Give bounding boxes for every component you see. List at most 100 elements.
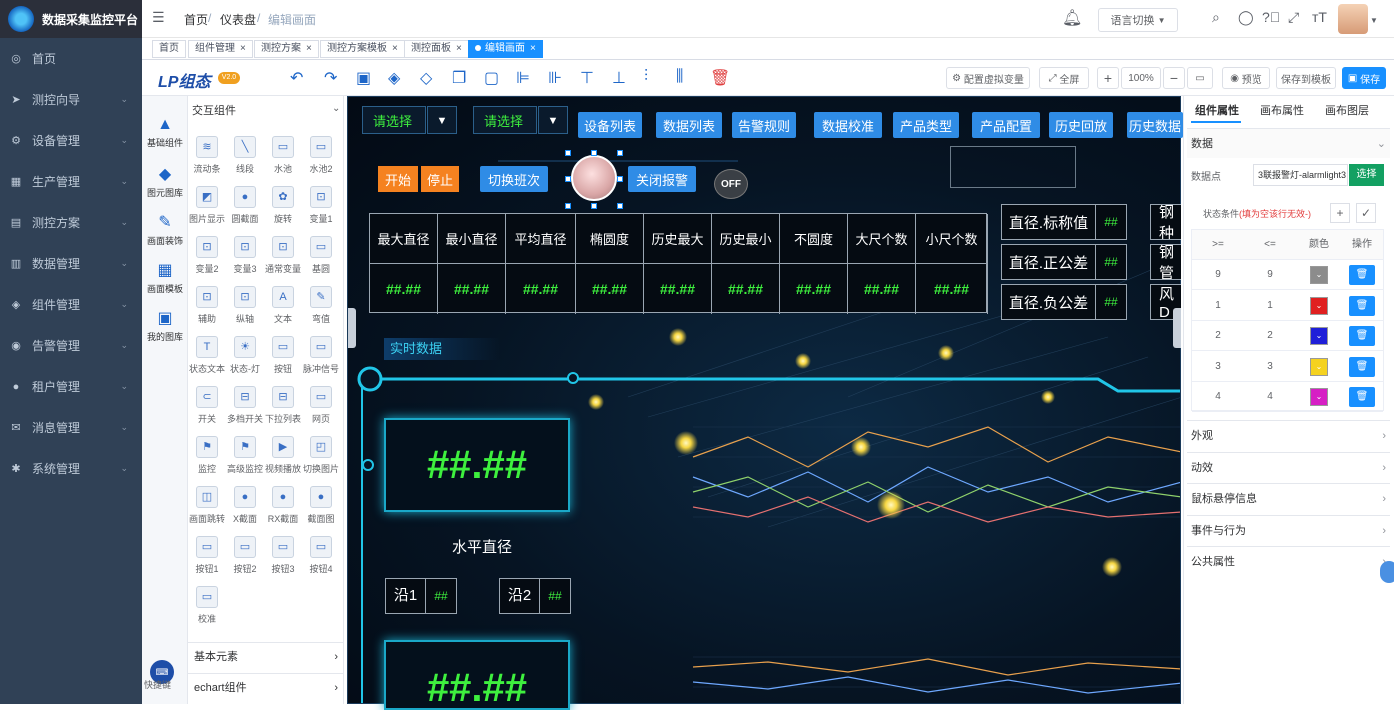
confirm-button[interactable]: ✓ bbox=[1356, 203, 1376, 223]
sidebar-item-3[interactable]: ▦ 生产管理 ⌄ bbox=[0, 161, 142, 202]
align-right-icon[interactable]: ⊪ bbox=[548, 68, 562, 88]
component-item[interactable]: ● 圆截面 bbox=[226, 186, 264, 225]
canvas-nav-button[interactable]: 数据校准 bbox=[814, 112, 882, 138]
cut-off-label[interactable]: 钢管 bbox=[1150, 244, 1181, 280]
component-item[interactable]: ≋ 流动条 bbox=[188, 136, 226, 175]
component-item[interactable]: ⊡ 通常变量 bbox=[264, 236, 302, 275]
copy-icon[interactable]: ❐ bbox=[452, 68, 466, 88]
row-ge-value[interactable]: 2 bbox=[1192, 321, 1244, 351]
bell-icon[interactable]: 🔔︎ bbox=[1062, 8, 1082, 28]
library-section-title[interactable]: 交互组件 bbox=[192, 102, 236, 118]
select-dropdown-1[interactable]: 请选择 bbox=[362, 106, 426, 134]
property-section[interactable]: 动效 › bbox=[1187, 451, 1390, 482]
component-item[interactable]: ⊟ 下拉列表 bbox=[264, 386, 302, 425]
component-item[interactable]: ⊟ 多档开关 bbox=[226, 386, 264, 425]
component-item[interactable]: ✎ 弯值 bbox=[302, 286, 340, 325]
row-ge-value[interactable]: 3 bbox=[1192, 352, 1244, 382]
row-ge-value[interactable]: 4 bbox=[1192, 382, 1244, 412]
library-section-basic[interactable]: 基本元素 › bbox=[188, 642, 344, 670]
property-section[interactable]: 公共属性› bbox=[1187, 546, 1390, 576]
row-ge-value[interactable]: 9 bbox=[1192, 260, 1244, 290]
sidebar-item-9[interactable]: ✉ 消息管理 ⌄ bbox=[0, 407, 142, 448]
library-tab-1[interactable]: ◆ 图元图库 bbox=[142, 164, 188, 199]
stats-grid[interactable]: 最大直径 ##.## 最小直径 ##.## 平均直径 ##.## 椭圆度 ##.## 历史最大 #… bbox=[369, 213, 988, 314]
sidebar-item-1[interactable]: ➤ 测控向导 ⌄ bbox=[0, 79, 142, 120]
library-tab-3[interactable]: ▦ 画面模板 bbox=[142, 260, 188, 295]
off-toggle[interactable]: OFF bbox=[714, 169, 748, 199]
close-icon[interactable]: × bbox=[530, 43, 536, 54]
row-le-value[interactable]: 9 bbox=[1244, 260, 1296, 290]
font-size-icon[interactable]: тT bbox=[1312, 9, 1327, 25]
sidebar-item-6[interactable]: ◈ 组件管理 ⌄ bbox=[0, 284, 142, 325]
row-le-value[interactable]: 4 bbox=[1244, 382, 1296, 412]
avatar[interactable] bbox=[1338, 4, 1368, 34]
component-item[interactable]: ▭ 脉冲信号 bbox=[302, 336, 340, 375]
delete-row-button[interactable]: 🗑︎ bbox=[1349, 295, 1375, 316]
sidebar-item-5[interactable]: ▥ 数据管理 ⌄ bbox=[0, 243, 142, 284]
align-center-icon[interactable]: ⫼ bbox=[676, 68, 683, 86]
tab-2[interactable]: 测控方案 × bbox=[254, 40, 319, 58]
cut-off-label[interactable]: 钢种 bbox=[1150, 204, 1181, 240]
resize-handle[interactable] bbox=[617, 176, 623, 182]
canvas-nav-button[interactable]: 产品配置 bbox=[972, 112, 1040, 138]
color-swatch[interactable]: ⌄ bbox=[1310, 388, 1328, 406]
zoom-out-button[interactable]: − bbox=[1163, 67, 1185, 89]
close-icon[interactable]: × bbox=[306, 43, 312, 54]
align-middle-icon[interactable]: ⫶ bbox=[644, 68, 648, 86]
component-item[interactable]: ✿ 旋转 bbox=[264, 186, 302, 225]
component-item[interactable]: ▭ 按钮4 bbox=[302, 536, 340, 575]
delete-row-button[interactable]: 🗑︎ bbox=[1349, 326, 1375, 346]
align-bottom-icon[interactable]: ⊥ bbox=[612, 68, 626, 88]
component-item[interactable]: T 状态文本 bbox=[188, 336, 226, 375]
sidebar-item-10[interactable]: ✱ 系统管理 ⌄ bbox=[0, 448, 142, 489]
align-left-icon[interactable]: ⊫ bbox=[516, 68, 530, 88]
paste-icon[interactable]: ▢ bbox=[484, 68, 499, 88]
tab-component-props[interactable]: 组件属性 bbox=[1195, 102, 1239, 118]
edge-2-box[interactable]: 沿2 ## bbox=[499, 578, 571, 614]
color-swatch[interactable]: ⌄ bbox=[1310, 357, 1328, 376]
switch-shift-button[interactable]: 切换班次 bbox=[480, 166, 548, 192]
fullscreen-button[interactable]: ⤢ 全屏 bbox=[1039, 67, 1089, 89]
preview-button[interactable]: ◉ 预览 bbox=[1222, 67, 1270, 89]
layer-up-icon[interactable]: ◈ bbox=[388, 68, 400, 88]
tab-canvas-props[interactable]: 画布属性 bbox=[1260, 102, 1304, 118]
component-item[interactable]: ◰ 切换图片 bbox=[302, 436, 340, 475]
horizontal-diameter-value[interactable]: ##.## bbox=[384, 418, 570, 512]
undo-icon[interactable]: ↶ bbox=[290, 68, 303, 88]
resize-handle[interactable] bbox=[565, 176, 571, 182]
github-icon[interactable]: ◯ bbox=[1238, 9, 1254, 26]
canvas-nav-button[interactable]: 产品类型 bbox=[893, 112, 959, 138]
tolerance-box[interactable]: 直径.标称值 ## bbox=[1001, 204, 1127, 240]
empty-frame[interactable] bbox=[950, 146, 1076, 188]
second-big-value[interactable]: ##.## bbox=[384, 640, 570, 710]
resize-handle[interactable] bbox=[591, 203, 597, 209]
resize-handle[interactable] bbox=[565, 150, 571, 156]
canvas-nav-button[interactable]: 历史回放 bbox=[1049, 112, 1113, 138]
component-item[interactable]: ● 截面图 bbox=[302, 486, 340, 525]
component-item[interactable]: ▭ 按钮3 bbox=[264, 536, 302, 575]
color-swatch[interactable]: ⌄ bbox=[1310, 327, 1328, 345]
property-section[interactable]: 鼠标悬停信息 › bbox=[1187, 483, 1390, 513]
component-item[interactable]: ● X截面 bbox=[226, 486, 264, 525]
component-item[interactable]: ⊡ 辅助 bbox=[188, 286, 226, 325]
select-datapoint-button[interactable]: 选择 bbox=[1349, 164, 1384, 186]
sidebar-item-7[interactable]: ◉ 告警管理 ⌄ bbox=[0, 325, 142, 366]
section-data[interactable]: 数据 ⌄ bbox=[1187, 128, 1390, 158]
save-template-button[interactable]: 保存到模板 bbox=[1276, 67, 1336, 89]
redo-icon[interactable]: ↷ bbox=[324, 68, 337, 88]
save-button[interactable]: ▣ 保存 bbox=[1342, 67, 1386, 89]
tolerance-box[interactable]: 直径.正公差 ## bbox=[1001, 244, 1127, 280]
component-item[interactable]: ☀ 状态-灯 bbox=[226, 336, 264, 375]
component-item[interactable]: ▭ 按钮1 bbox=[188, 536, 226, 575]
language-select[interactable]: 语言切换 ▼ bbox=[1098, 8, 1178, 32]
shortcut-label[interactable]: 快捷键 bbox=[144, 678, 171, 691]
close-alarm-button[interactable]: 关闭报警 bbox=[628, 166, 696, 192]
row-le-value[interactable]: 1 bbox=[1244, 291, 1296, 321]
canvas-nav-button[interactable]: 告警规则 bbox=[732, 112, 796, 138]
start-button[interactable]: 开始 bbox=[378, 166, 418, 192]
component-item[interactable]: ▭ 校准 bbox=[188, 586, 226, 625]
caret-down-icon[interactable]: ▼ bbox=[538, 106, 568, 134]
component-item[interactable]: ⊡ 纵轴 bbox=[226, 286, 264, 325]
row-le-value[interactable]: 3 bbox=[1244, 352, 1296, 382]
delete-row-button[interactable]: 🗑︎ bbox=[1349, 387, 1375, 407]
